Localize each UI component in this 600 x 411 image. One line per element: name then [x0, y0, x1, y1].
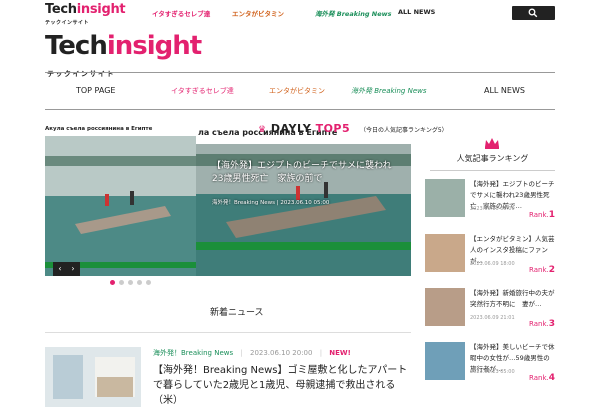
slider-dots	[110, 270, 155, 289]
ranking-date: 2023.06.09 21:01	[470, 315, 515, 321]
slider-next-button[interactable]: ›	[66, 262, 80, 276]
nav-all-news[interactable]: ALL NEWS	[484, 86, 525, 95]
nav-enta[interactable]: エンタがビタミン	[269, 86, 325, 96]
rank-prefix: Rank.	[529, 374, 549, 382]
nav-top-page[interactable]: TOP PAGE	[76, 86, 115, 95]
ranking-divider	[430, 170, 555, 171]
topnav-celeb[interactable]: イタすぎるセレブ達	[152, 8, 210, 18]
slider-dot[interactable]	[128, 280, 133, 285]
ranking-item[interactable]: 【エンタがビタミン】人気芸人のインスタ投稿にファンが… 2023.06.09 1…	[425, 230, 555, 278]
small-logo[interactable]: Techinsight テックインサイト	[45, 2, 126, 26]
rank-prefix: Rank.	[529, 266, 549, 274]
ranking-thumbnail	[425, 342, 465, 380]
ranking-thumbnail	[425, 288, 465, 326]
ranking-date: 2023.06.10 05:00	[470, 206, 515, 212]
nav-breaking[interactable]: 海外発 Breaking News	[351, 86, 427, 96]
daily-label-a: DAYLY	[270, 122, 316, 135]
logo-text-insight: insight	[76, 2, 126, 17]
ranking-number: Rank.2	[529, 265, 555, 275]
slider-dot[interactable]	[119, 280, 124, 285]
logo-text-tech: Tech	[45, 31, 108, 61]
daily-top5-label: ♛ DAYLY TOP5	[258, 122, 350, 135]
logo-text-insight: insight	[106, 31, 202, 61]
article-meta: 海外発！Breaking News | 2023.06.10 20:00 | N…	[153, 349, 351, 357]
topnav-breaking[interactable]: 海外発 Breaking News	[315, 8, 392, 18]
slider-dot[interactable]	[137, 280, 142, 285]
rank-num: 1	[548, 210, 555, 220]
rank-num: 3	[548, 319, 555, 329]
logo-text-tech: Tech	[45, 2, 77, 17]
slider-prev-button[interactable]: ‹	[53, 262, 67, 276]
room-photo	[45, 347, 141, 407]
ranking-thumbnail	[425, 234, 465, 272]
rank-prefix: Rank.	[529, 211, 549, 219]
ranking-thumbnail	[425, 179, 465, 217]
slide-prev-image[interactable]: Акула съела россиянина в Египте	[45, 124, 196, 276]
main-nav: TOP PAGE イタすぎるセレブ達 エンタがビタミン 海外発 Breaking…	[45, 72, 555, 110]
ranking-item[interactable]: 【海外発】新婚旅行中の夫が突然行方不明に 妻が… 2023.06.09 21:0…	[425, 284, 555, 332]
section-heading: 新着ニュース	[210, 308, 264, 318]
ranking-date: 2023.06.09 18:00	[470, 261, 515, 267]
crown-icon	[485, 138, 499, 149]
ranking-number: Rank.3	[529, 319, 555, 329]
top-bar: Techinsight テックインサイト イタすぎるセレブ達 エンタがビタミン …	[0, 0, 600, 26]
rank-num: 2	[548, 265, 555, 275]
ranking-item[interactable]: 【海外発】美しいビーチで休暇中の女性が…59歳男性の旅行者が… 2023.02.…	[425, 338, 555, 386]
slide-headline[interactable]: 【海外発】エジプトのビーチでサメに襲われ23歳男性死亡 家族の前で	[212, 160, 397, 186]
logo-kana: テックインサイト	[45, 20, 90, 26]
rank-prefix: Rank.	[529, 320, 549, 328]
topnav-enta[interactable]: エンタがビタミン	[232, 8, 284, 18]
nav-celeb[interactable]: イタすぎるセレブ達	[171, 86, 234, 96]
article-date: 2023.06.10 20:00	[249, 349, 313, 357]
rank-num: 4	[548, 373, 555, 383]
crown-small-icon: ♛	[258, 125, 267, 135]
sea-pier-photo	[45, 136, 196, 276]
daily-label-b: TOP5	[315, 122, 351, 135]
topnav-allnews[interactable]: ALL NEWS	[398, 8, 435, 16]
ranking-heading: 人気記事ランキング	[456, 154, 529, 163]
slider-dot[interactable]	[146, 280, 151, 285]
article-thumbnail[interactable]	[45, 347, 141, 407]
slide-meta: 海外発！Breaking News | 2023.06.10 05:00	[212, 200, 330, 206]
slider-dot[interactable]	[110, 280, 115, 285]
new-badge: NEW!	[329, 349, 351, 357]
search-icon	[528, 8, 538, 18]
search-button[interactable]	[512, 6, 555, 20]
divider	[45, 332, 411, 333]
daily-top5-subtitle: （今日の人気記事ランキング5）	[360, 127, 448, 134]
article-title[interactable]: 【海外発！Breaking News】ゴミ屋敷と化したアパートで暮らしていた2歳…	[153, 363, 415, 408]
article-category[interactable]: 海外発！Breaking News	[153, 349, 233, 357]
ranking-date: 2023.02.23 05:00	[470, 369, 515, 375]
ranking-number: Rank.4	[529, 373, 555, 383]
ranking-number: Rank.1	[529, 210, 555, 220]
main-logo[interactable]: Techinsight テックインサイト	[45, 31, 202, 78]
slide-prev-caption: Акула съела россиянина в Египте	[45, 124, 196, 136]
ranking-item[interactable]: 【海外発】エジプトのビーチでサメに襲われ23歳男性死亡 家族の前で… 2023.…	[425, 175, 555, 223]
ranking-title[interactable]: 【海外発】新婚旅行中の夫が突然行方不明に 妻が…	[470, 288, 555, 310]
